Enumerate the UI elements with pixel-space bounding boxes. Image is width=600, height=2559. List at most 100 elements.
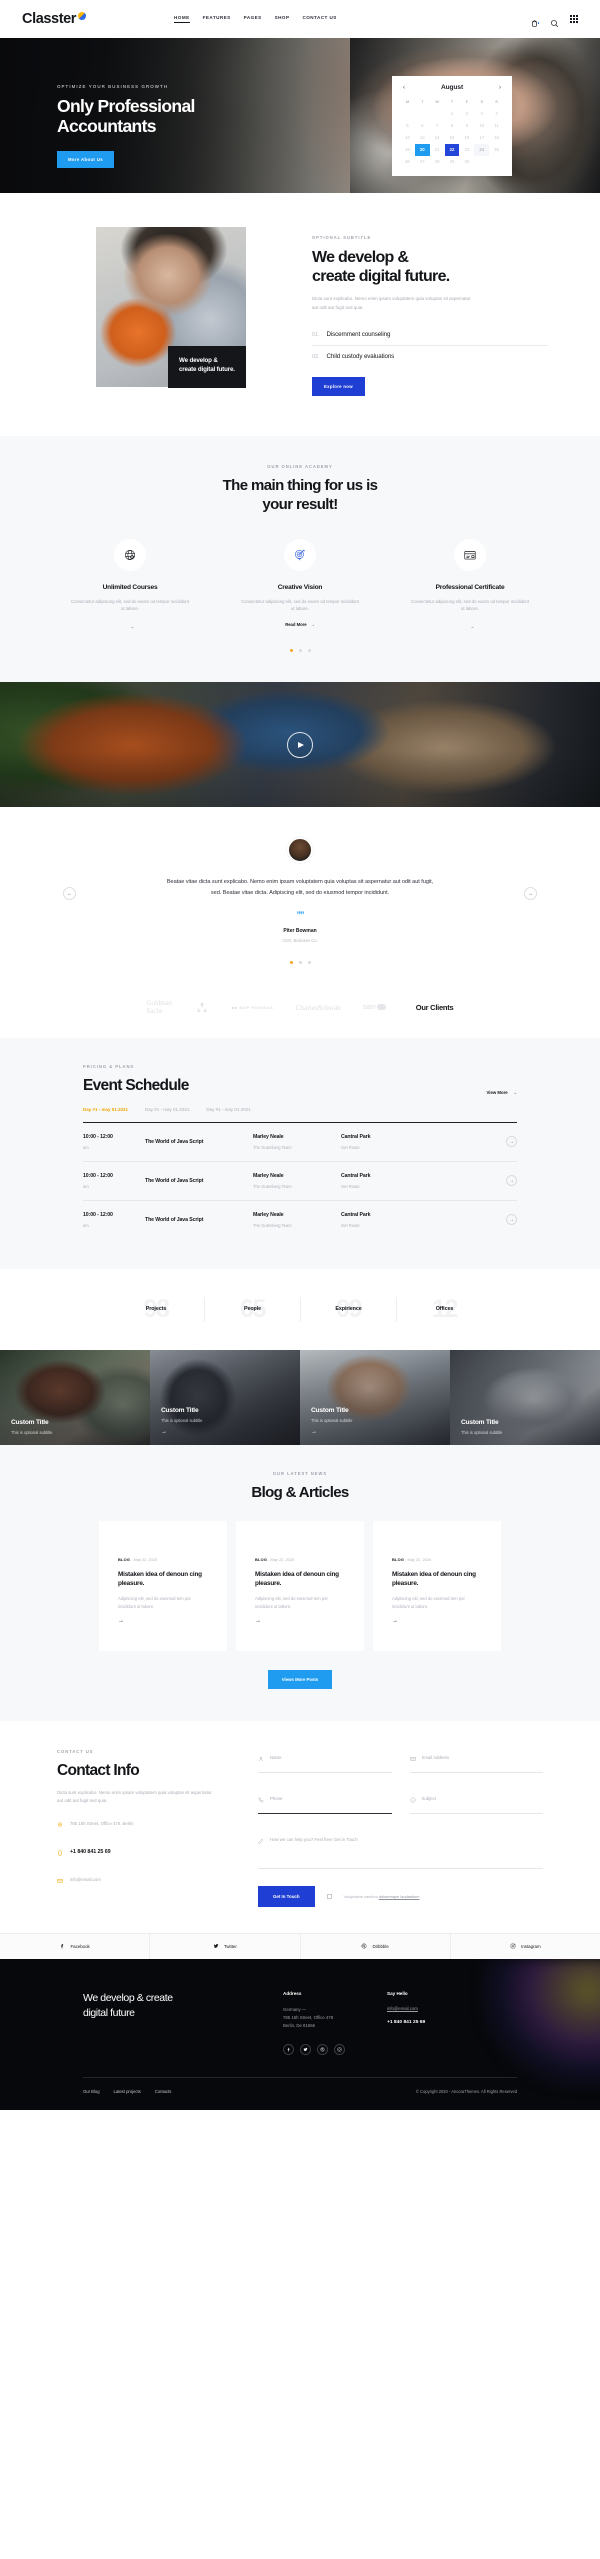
instagram-icon[interactable] xyxy=(334,2044,345,2056)
about-list-item[interactable]: 02. Child custody evaluations xyxy=(312,346,548,367)
calendar-day-7[interactable]: 7 xyxy=(430,120,445,132)
social-link-instagram[interactable]: Instagram xyxy=(451,1934,600,1959)
testimonial-carousel-dots[interactable] xyxy=(0,960,600,964)
arrow-right-icon[interactable]: → xyxy=(118,1618,208,1624)
table-row[interactable]: 10:00 - 12:00 am The World of Java Scrip… xyxy=(83,1162,517,1201)
testimonial-prev-button[interactable]: ← xyxy=(63,887,76,901)
about-explore-button[interactable]: Explore now xyxy=(312,377,365,396)
calendar-day-23[interactable]: 23 xyxy=(459,144,474,156)
calendar-day-1[interactable]: 1 xyxy=(445,108,460,120)
calendar-day-16[interactable]: 16 xyxy=(459,132,474,144)
calendar-day-6[interactable]: 6 xyxy=(415,120,430,132)
calendar-day-14[interactable]: 14 xyxy=(430,132,445,144)
calendar-day-24[interactable]: 24 xyxy=(474,144,490,156)
event-detail-arrow-icon[interactable]: → xyxy=(506,1136,517,1148)
consent-checkbox[interactable] xyxy=(326,1893,332,1899)
calendar-day-22[interactable]: 22 xyxy=(444,144,460,156)
calendar-day-9[interactable]: 9 xyxy=(459,120,474,132)
calendar-day-15[interactable]: 15 xyxy=(445,132,460,144)
testimonial-next-button[interactable]: → xyxy=(524,887,537,901)
events-day-tab-2[interactable]: Day #1 - may 01.2021 xyxy=(145,1107,189,1112)
events-view-more-button[interactable]: View More → xyxy=(487,1090,517,1095)
calendar-next-month-icon[interactable]: › xyxy=(499,85,501,91)
grid-menu-icon[interactable] xyxy=(570,15,578,23)
facebook-icon[interactable] xyxy=(283,2044,294,2056)
event-get-route-link[interactable]: Get Route xyxy=(341,1184,451,1189)
name-field[interactable] xyxy=(258,1749,392,1773)
phone-input[interactable] xyxy=(270,1796,392,1802)
hero-calendar-widget[interactable]: ‹ August › MTWTFSS 1 2 3 4 5 6 7 8 9 10 11 12 13 14 15… xyxy=(392,76,512,176)
calendar-day-17[interactable]: 17 xyxy=(474,132,489,144)
feature-card[interactable]: Creative Vision Consectetur adipiscing e… xyxy=(240,538,360,632)
calendar-day-18[interactable]: 18 xyxy=(489,132,504,144)
portfolio-card-3[interactable]: Custom Title This is optional subtitle → xyxy=(300,1349,450,1445)
cart-icon[interactable] xyxy=(530,15,540,27)
calendar-day-10[interactable]: 10 xyxy=(474,120,489,132)
calendar-day-30[interactable]: 30 xyxy=(459,156,474,168)
subject-input[interactable] xyxy=(421,1796,543,1802)
consent-link[interactable]: doloremque laudantium xyxy=(379,1894,420,1899)
arrow-right-icon[interactable]: → xyxy=(392,1618,482,1624)
calendar-day-20[interactable]: 20 xyxy=(414,144,430,156)
footer-link-latest-projects[interactable]: Latest projects xyxy=(114,2089,141,2094)
nav-item-features[interactable]: FEATURES xyxy=(203,15,231,23)
nav-item-contact-us[interactable]: CONTACT US xyxy=(302,15,336,23)
events-day-tab-1[interactable]: Day #1 - may 01.2021 xyxy=(83,1107,128,1112)
carousel-dot[interactable] xyxy=(298,960,302,964)
calendar-day-12[interactable]: 12 xyxy=(400,132,415,144)
carousel-dot[interactable] xyxy=(289,649,293,653)
contact-phone[interactable]: +1 840 841 25 69 xyxy=(70,1849,111,1855)
dribbble-icon[interactable] xyxy=(317,2044,328,2056)
arrow-right-icon[interactable]: → xyxy=(311,1429,352,1435)
footer-phone[interactable]: +1 840 841 25 69 xyxy=(387,2020,491,2025)
message-input[interactable] xyxy=(270,1837,543,1843)
calendar-day-28[interactable]: 28 xyxy=(430,156,445,168)
carousel-dot[interactable] xyxy=(307,649,311,653)
nav-item-home[interactable]: HOME xyxy=(174,15,190,23)
get-in-touch-button[interactable]: Get In Touch xyxy=(258,1885,315,1907)
twitter-icon[interactable] xyxy=(300,2044,311,2056)
arrow-right-icon[interactable]: → xyxy=(161,1429,202,1435)
table-row[interactable]: 10:00 - 12:00 am The World of Java Scrip… xyxy=(83,1201,517,1239)
contact-email[interactable]: info@email.com xyxy=(70,1877,101,1882)
blog-card[interactable]: BLOG - May 22, 2020 Mistaken idea of den… xyxy=(236,1520,364,1651)
features-carousel-dots[interactable] xyxy=(0,649,600,653)
calendar-day-26[interactable]: 26 xyxy=(400,156,415,168)
carousel-dot[interactable] xyxy=(307,960,311,964)
event-detail-arrow-icon[interactable]: → xyxy=(506,1214,517,1226)
calendar-prev-month-icon[interactable]: ‹ xyxy=(403,85,405,91)
portfolio-card-4[interactable]: Custom Title This is optional subtitle xyxy=(450,1349,600,1445)
brand-logo[interactable]: Classter xyxy=(22,11,87,27)
calendar-day-8[interactable]: 8 xyxy=(445,120,460,132)
arrow-right-icon[interactable]: → xyxy=(255,1618,345,1624)
email-input[interactable] xyxy=(421,1755,543,1761)
feature-readmore[interactable]: Read More → xyxy=(285,622,315,627)
play-icon[interactable] xyxy=(287,731,313,758)
nav-item-shop[interactable]: SHOP xyxy=(275,15,290,23)
feature-card[interactable]: Professional Certificate Consectetur adi… xyxy=(410,538,530,632)
feature-readmore[interactable]: → xyxy=(126,624,134,629)
calendar-day-11[interactable]: 11 xyxy=(489,120,504,132)
about-list-item[interactable]: 01. Discernment counseling xyxy=(312,324,548,346)
calendar-day-21[interactable]: 21 xyxy=(430,144,445,156)
email-field[interactable] xyxy=(409,1749,543,1773)
calendar-day-13[interactable]: 13 xyxy=(415,132,430,144)
phone-field[interactable] xyxy=(258,1790,392,1814)
search-icon[interactable] xyxy=(550,15,559,27)
portfolio-card-1[interactable]: Custom Title This is optional subtitle xyxy=(0,1349,150,1445)
portfolio-card-2[interactable]: Custom Title This is optional subtitle → xyxy=(150,1349,300,1445)
calendar-day-4[interactable]: 4 xyxy=(489,108,504,120)
calendar-day-3[interactable]: 3 xyxy=(474,108,489,120)
carousel-dot[interactable] xyxy=(289,960,293,964)
calendar-days-grid[interactable]: 1 2 3 4 5 6 7 8 9 10 11 12 13 14 15 16 17 18 19 20 21 22 23 24 2… xyxy=(400,108,504,168)
event-get-route-link[interactable]: Get Route xyxy=(341,1145,451,1150)
carousel-dot[interactable] xyxy=(298,649,302,653)
feature-readmore[interactable]: → xyxy=(466,624,474,629)
name-input[interactable] xyxy=(270,1755,392,1761)
event-detail-arrow-icon[interactable]: → xyxy=(506,1175,517,1187)
calendar-day-25[interactable]: 25 xyxy=(489,144,504,156)
calendar-day-5[interactable]: 5 xyxy=(400,120,415,132)
social-link-twitter[interactable]: Twitter xyxy=(150,1933,301,1959)
message-field[interactable] xyxy=(258,1831,543,1869)
feature-card[interactable]: Unlimited Courses Consectetur adipiscing… xyxy=(70,538,190,632)
